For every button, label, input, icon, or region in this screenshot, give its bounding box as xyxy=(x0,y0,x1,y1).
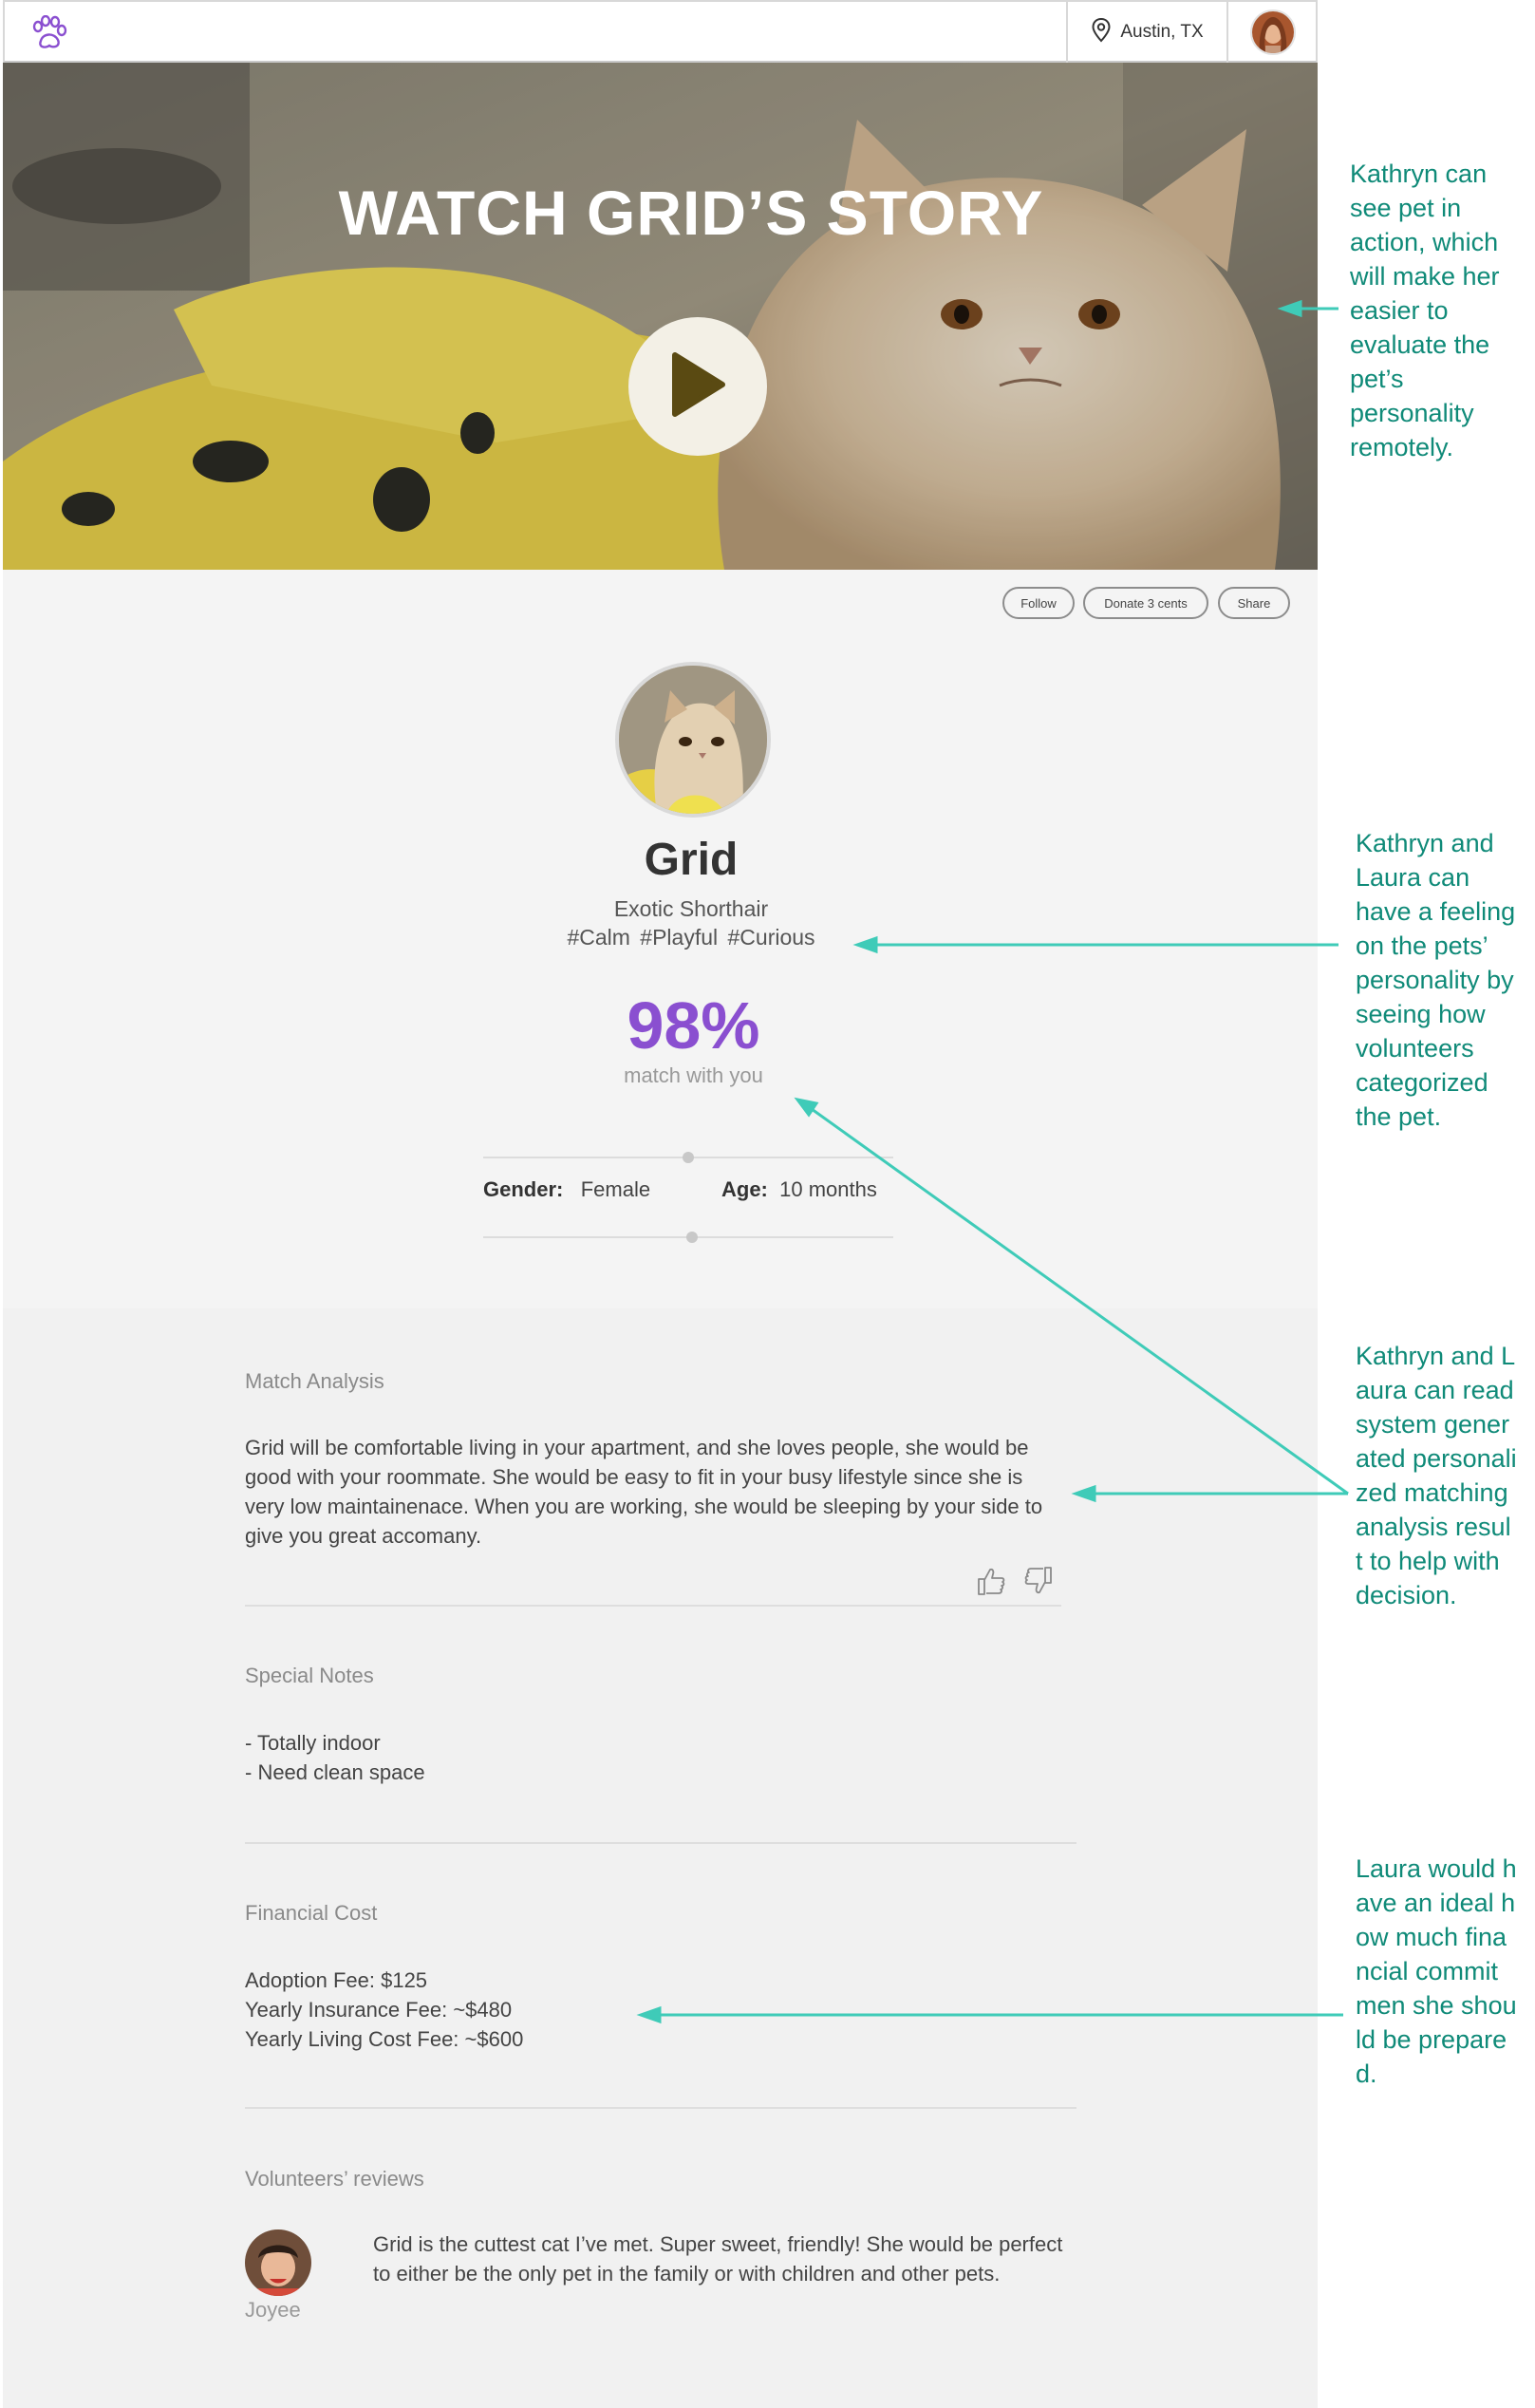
personality-tags: #Calm #Playful #Curious xyxy=(567,925,815,950)
section-divider xyxy=(245,1842,1076,1844)
map-pin-icon xyxy=(1092,17,1111,47)
pet-avatar xyxy=(615,662,771,818)
match-analysis-heading: Match Analysis xyxy=(245,1369,384,1393)
special-notes-list: - Totally indoor - Need clean space xyxy=(245,1728,425,1787)
play-video-button[interactable] xyxy=(628,317,767,456)
play-icon xyxy=(669,351,726,423)
match-percentage: 98% xyxy=(627,988,760,1063)
thumbs-down-icon[interactable] xyxy=(1023,1566,1054,1601)
story-video[interactable]: WATCH GRID’S STORY xyxy=(3,63,1318,570)
gender-value: Female xyxy=(580,1177,651,1201)
match-label: match with you xyxy=(624,1063,763,1087)
pet-breed: Exotic Shorthair xyxy=(613,896,769,921)
cat-photo xyxy=(3,63,1318,570)
cost-item: Yearly Insurance Fee: ~$480 xyxy=(245,1998,513,2022)
location-label: Austin, TX xyxy=(1120,22,1204,42)
pet-age: Age: 10 months xyxy=(721,1177,877,1202)
annotation-analysis: Kathryn and Laura can read system genera… xyxy=(1356,1342,1517,1609)
annotation-financial: Laura would have an ideal how much finan… xyxy=(1356,1854,1517,2088)
reviewer-name: Joyee xyxy=(245,2298,301,2322)
follow-button[interactable]: Follow xyxy=(1002,587,1075,619)
user-avatar[interactable] xyxy=(1250,9,1296,55)
hero-title: WATCH GRID’S STORY xyxy=(338,178,1044,248)
cost-item: Yearly Living Cost Fee: ~$600 xyxy=(245,2027,524,2051)
match-analysis-text: Grid will be comfortable living in your … xyxy=(245,1436,1043,1548)
reviewer-avatar xyxy=(245,2229,311,2296)
special-notes-heading: Special Notes xyxy=(245,1664,374,1687)
paw-print-icon[interactable] xyxy=(29,14,69,51)
financial-cost-list: Adoption Fee: $125 Yearly Insurance Fee:… xyxy=(245,1966,523,2054)
feedback-buttons xyxy=(976,1566,1054,1601)
share-button[interactable]: Share xyxy=(1218,587,1290,619)
reviews-heading: Volunteers’ reviews xyxy=(245,2167,424,2191)
review-text: Grid is the cuttest cat I’ve met. Super … xyxy=(373,2232,1063,2286)
financial-cost-heading: Financial Cost xyxy=(245,1901,378,1925)
profile-menu[interactable] xyxy=(1226,2,1318,63)
special-note-item: - Totally indoor xyxy=(245,1731,381,1755)
section-divider xyxy=(245,1605,1061,1607)
annotation-video: Kathryn can see pet in action, which wil… xyxy=(1350,160,1500,461)
divider-dot xyxy=(683,1152,694,1163)
cost-item: Adoption Fee: $125 xyxy=(245,1968,428,1992)
gender-label: Gender: xyxy=(483,1177,564,1201)
age-label: Age: xyxy=(721,1177,768,1201)
special-note-item: - Need clean space xyxy=(245,1760,425,1784)
divider-dot xyxy=(686,1232,698,1243)
age-value: 10 months xyxy=(779,1177,877,1201)
location-selector[interactable]: Austin, TX xyxy=(1066,2,1227,63)
donate-button[interactable]: Donate 3 cents xyxy=(1083,587,1208,619)
top-navigation-bar: Austin, TX xyxy=(3,0,1318,63)
thumbs-up-icon[interactable] xyxy=(976,1566,1006,1601)
section-divider xyxy=(245,2107,1076,2109)
pet-facts: Gender: Female xyxy=(483,1177,650,1202)
pet-name: Grid xyxy=(644,835,739,885)
annotation-tags: Kathryn and Laura can have a feeling on … xyxy=(1356,829,1516,1131)
pet-profile-page: Austin, TX WATCH GRID’S STORY Follow Don… xyxy=(3,0,1318,2408)
